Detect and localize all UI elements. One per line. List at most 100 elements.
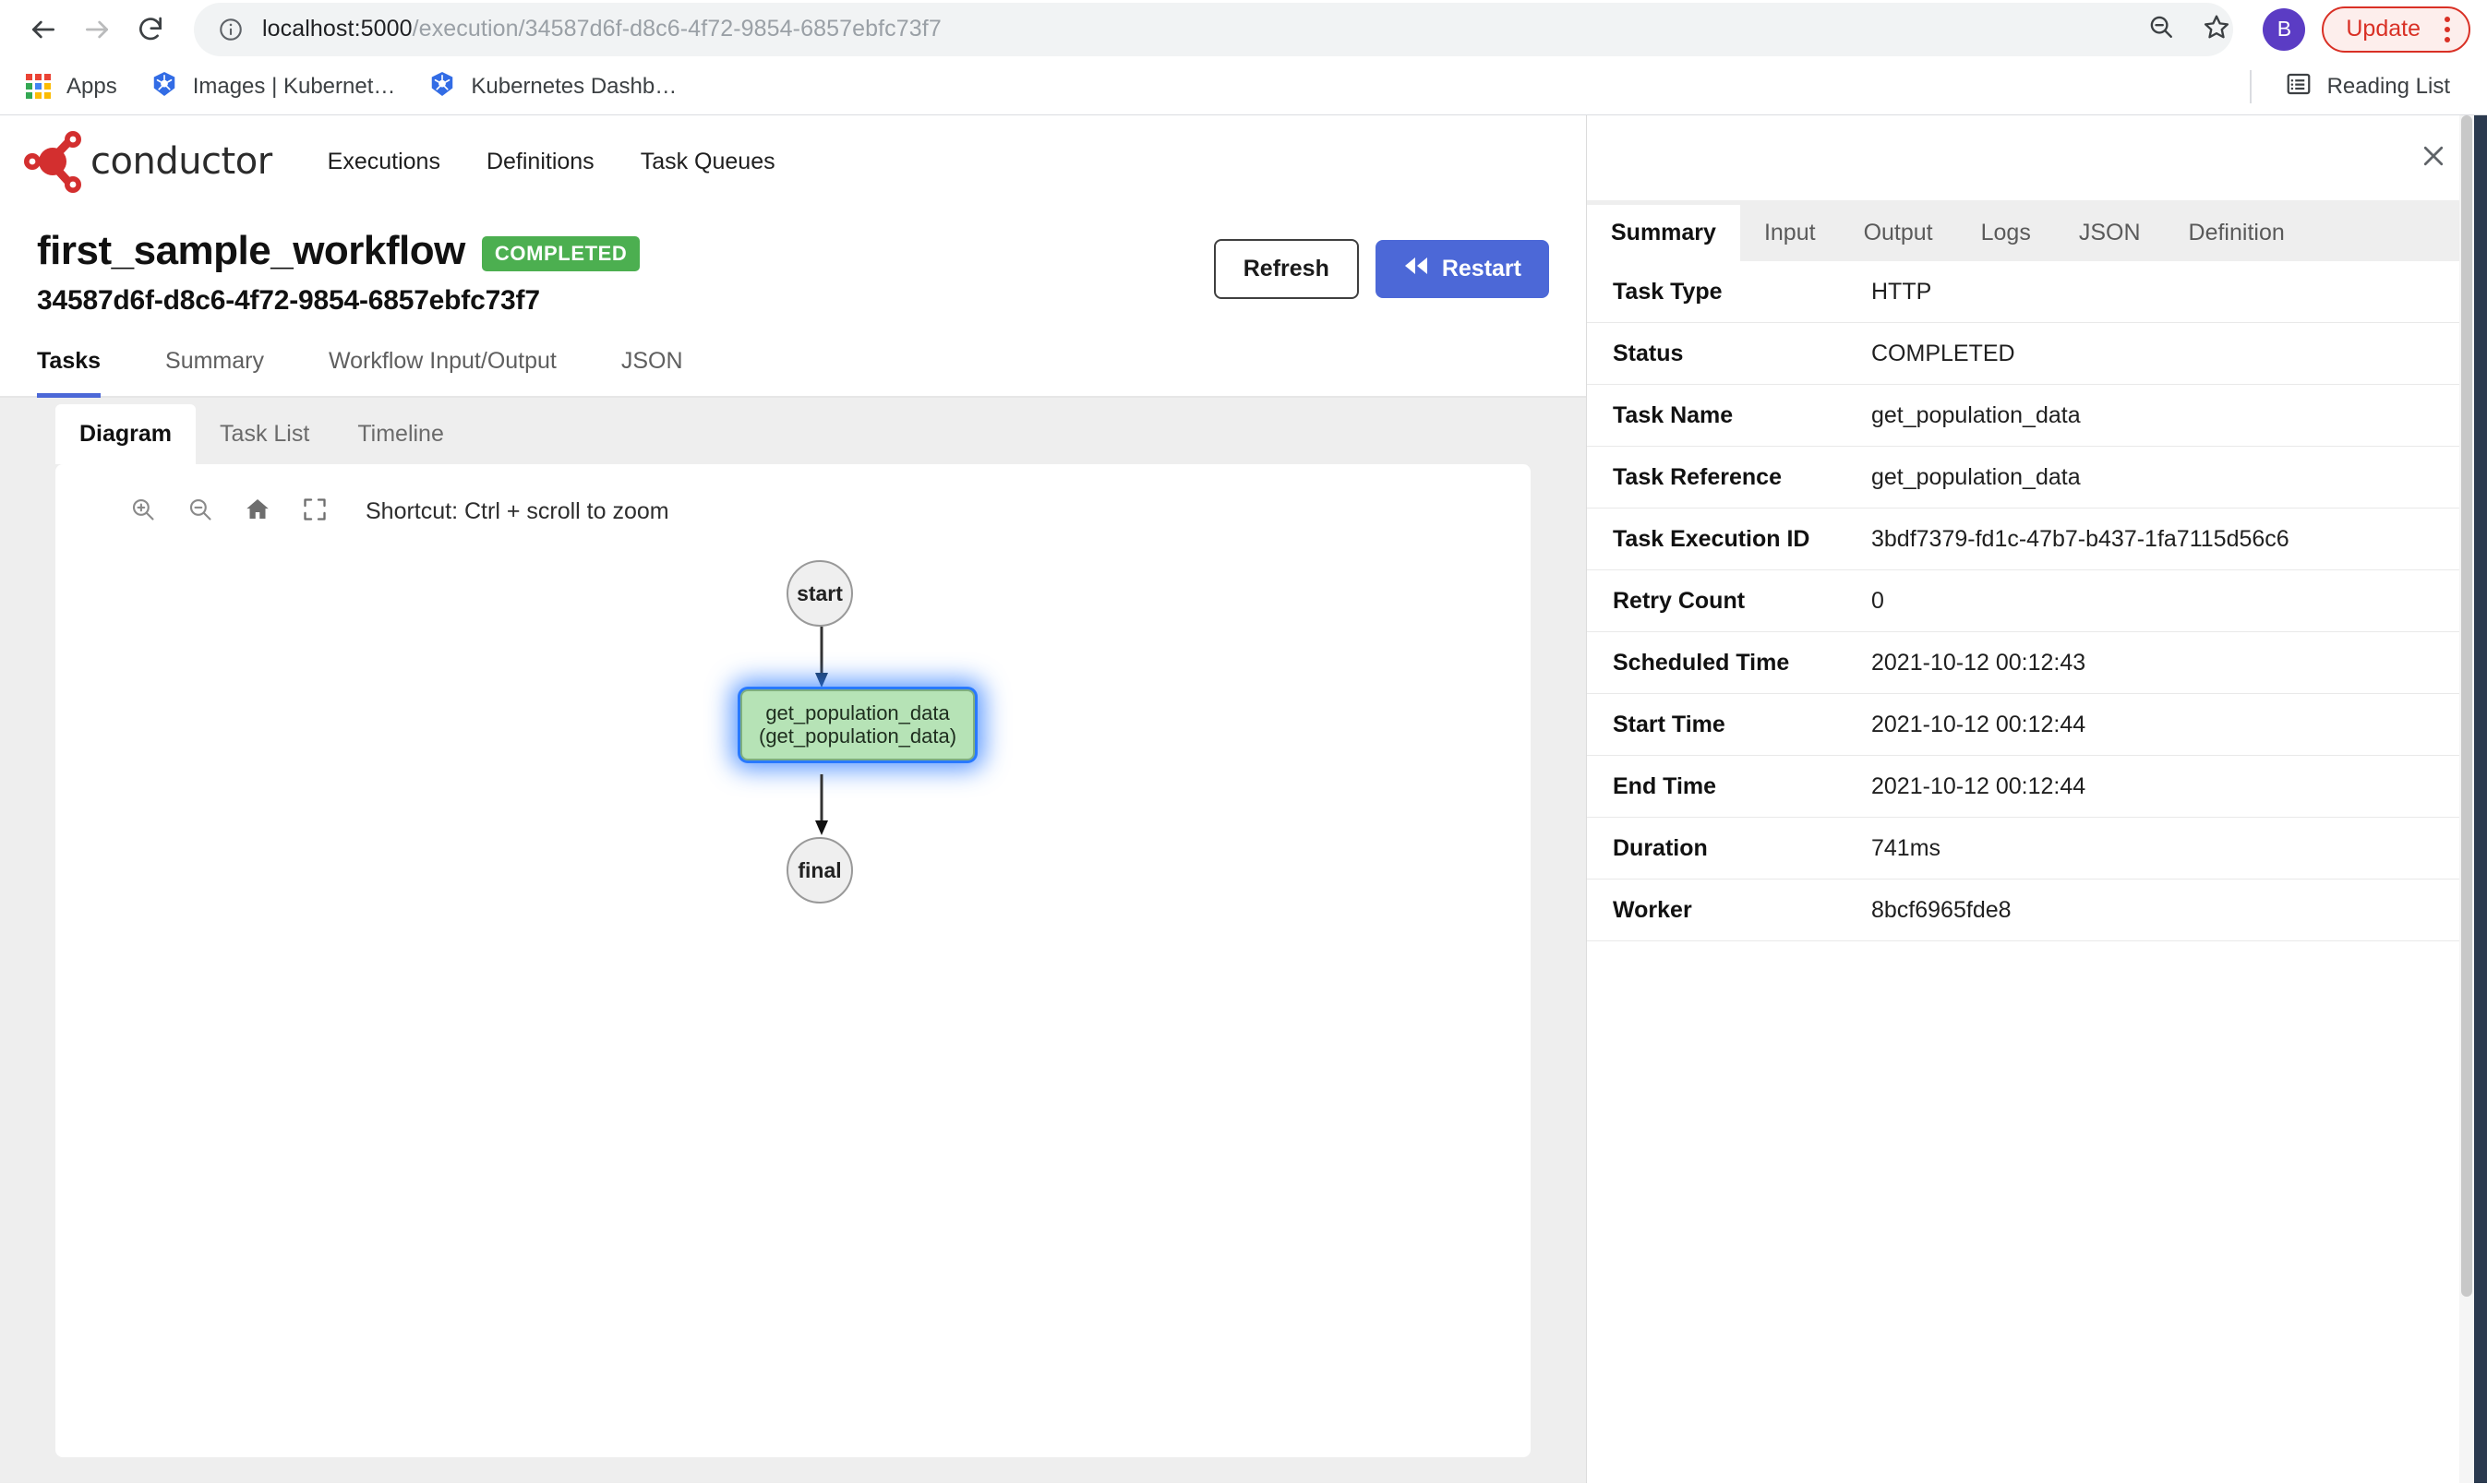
table-row: Task Reference get_population_data xyxy=(1587,447,2487,509)
reading-list-label: Reading List xyxy=(2326,73,2450,99)
close-icon xyxy=(2420,142,2447,174)
drawer-tab-json[interactable]: JSON xyxy=(2055,205,2165,261)
workflow-tabs: Tasks Summary Workflow Input/Output JSON xyxy=(0,335,1586,398)
close-drawer-button[interactable] xyxy=(2409,134,2457,182)
background-window-edge xyxy=(2474,115,2487,1483)
bookmark-label: Images | Kubernet… xyxy=(192,73,396,99)
kubernetes-icon xyxy=(428,70,456,102)
restart-button[interactable]: Restart xyxy=(1375,240,1549,298)
diagram-canvas[interactable]: Shortcut: Ctrl + scroll to zoom start ge… xyxy=(55,464,1531,1457)
row-value: 2021-10-12 00:12:43 xyxy=(1871,649,2086,676)
row-value: 3bdf7379-fd1c-47b7-b437-1fa7115d56c6 xyxy=(1871,525,2289,552)
app-header: conductor Executions Definitions Task Qu… xyxy=(0,115,1586,208)
row-value: 0 xyxy=(1871,587,1884,614)
table-row: End Time 2021-10-12 00:12:44 xyxy=(1587,756,2487,818)
sub-tab-timeline[interactable]: Timeline xyxy=(333,404,468,464)
bookmark-label: Kubernetes Dashb… xyxy=(471,73,678,99)
row-value: 741ms xyxy=(1871,834,1941,861)
row-key: Scheduled Time xyxy=(1613,649,1790,676)
tab-workflow-input-output[interactable]: Workflow Input/Output xyxy=(329,335,557,398)
bookmark-button[interactable] xyxy=(2191,4,2242,55)
table-row: Scheduled Time 2021-10-12 00:12:43 xyxy=(1587,632,2487,694)
row-key: Worker xyxy=(1613,896,1692,923)
zoom-out-button[interactable] xyxy=(172,488,229,534)
drawer-tabs: Summary Input Output Logs JSON Definitio… xyxy=(1587,200,2487,261)
row-key: Task Name xyxy=(1613,401,1734,428)
reset-view-button[interactable] xyxy=(229,488,286,534)
restart-label: Restart xyxy=(1441,256,1521,281)
bookmark-images-kubernetes[interactable]: Images | Kubernet… xyxy=(138,65,409,109)
drawer-tab-summary[interactable]: Summary xyxy=(1587,205,1740,261)
bookmark-apps[interactable]: Apps xyxy=(13,65,130,109)
diagram-toolbar: Shortcut: Ctrl + scroll to zoom xyxy=(55,464,1531,534)
row-value: 8bcf6965fde8 xyxy=(1871,896,2012,923)
drawer-tab-output[interactable]: Output xyxy=(1840,205,1957,261)
graph-node-start[interactable]: start xyxy=(787,560,853,627)
nav-item-executions[interactable]: Executions xyxy=(328,149,440,175)
profile-avatar[interactable]: B xyxy=(2263,7,2306,51)
drawer-tab-definition[interactable]: Definition xyxy=(2165,205,2309,261)
nav-item-task-queues[interactable]: Task Queues xyxy=(641,149,775,175)
bookmark-kubernetes-dashboard[interactable]: Kubernetes Dashb… xyxy=(415,65,690,109)
tab-json[interactable]: JSON xyxy=(621,335,683,398)
table-row: Task Execution ID 3bdf7379-fd1c-47b7-b43… xyxy=(1587,509,2487,570)
row-value: get_population_data xyxy=(1871,401,2081,428)
row-key: Retry Count xyxy=(1613,587,1746,614)
page-scrollbar[interactable] xyxy=(2459,115,2474,1483)
graph-node-final[interactable]: final xyxy=(787,837,853,904)
conductor-app: conductor Executions Definitions Task Qu… xyxy=(0,115,2487,1483)
kebab-menu-icon[interactable] xyxy=(2435,16,2459,42)
zoom-out-icon xyxy=(186,496,214,528)
graph-node-get-population-data[interactable]: get_population_data (get_population_data… xyxy=(740,689,976,761)
address-bar[interactable]: localhost:5000/execution/34587d6f-d8c6-4… xyxy=(194,2,2234,56)
workflow-graph: start get_population_data (get_populatio… xyxy=(55,544,1531,904)
row-value: get_population_data xyxy=(1871,463,2081,490)
status-badge: COMPLETED xyxy=(481,236,641,271)
row-key: Duration xyxy=(1613,834,1708,861)
reload-button[interactable] xyxy=(124,3,177,56)
refresh-button[interactable]: Refresh xyxy=(1213,239,1359,299)
workflow-title-row: first_sample_workflow COMPLETED xyxy=(37,228,1214,274)
forward-arrow-icon xyxy=(82,15,112,44)
back-button[interactable] xyxy=(17,3,70,56)
sub-tab-diagram[interactable]: Diagram xyxy=(55,404,197,464)
tab-summary[interactable]: Summary xyxy=(165,335,264,398)
row-value: 2021-10-12 00:12:44 xyxy=(1871,772,2086,799)
drawer-header xyxy=(1587,115,2487,200)
conductor-logo[interactable]: conductor xyxy=(22,127,272,196)
row-key: End Time xyxy=(1613,772,1717,799)
graph-edge-task-to-final xyxy=(815,774,828,835)
task-summary-table: Task Type HTTP Status COMPLETED Task Nam… xyxy=(1587,261,2487,1483)
zoom-in-icon xyxy=(129,496,157,528)
tab-tasks[interactable]: Tasks xyxy=(37,335,102,398)
primary-nav: Executions Definitions Task Queues xyxy=(328,149,775,175)
table-row: Retry Count 0 xyxy=(1587,570,2487,632)
update-button[interactable]: Update xyxy=(2322,6,2470,53)
row-key: Task Execution ID xyxy=(1613,525,1810,552)
nav-item-definitions[interactable]: Definitions xyxy=(487,149,595,175)
workflow-header-text: first_sample_workflow COMPLETED 34587d6f… xyxy=(37,228,1214,317)
row-value: COMPLETED xyxy=(1871,340,2015,366)
forward-button[interactable] xyxy=(70,3,124,56)
scrollbar-thumb[interactable] xyxy=(2461,115,2472,1297)
url-path: /execution/34587d6f-d8c6-4f72-9854-6857e… xyxy=(412,16,942,42)
site-info-icon[interactable] xyxy=(218,17,244,42)
conductor-wordmark: conductor xyxy=(90,140,272,183)
drawer-tab-input[interactable]: Input xyxy=(1740,205,1840,261)
zoom-out-button[interactable] xyxy=(2135,4,2187,55)
reload-icon xyxy=(136,15,165,44)
table-row: Start Time 2021-10-12 00:12:44 xyxy=(1587,694,2487,756)
graph-node-task-name: get_population_data xyxy=(765,701,950,724)
task-detail-drawer: Summary Input Output Logs JSON Definitio… xyxy=(1586,115,2487,1483)
reading-list-button[interactable]: Reading List xyxy=(2272,65,2463,109)
fullscreen-button[interactable] xyxy=(286,488,343,534)
graph-edge-start-to-task xyxy=(815,627,828,688)
sub-tab-task-list[interactable]: Task List xyxy=(196,404,333,464)
zoom-out-icon xyxy=(2147,13,2175,45)
row-key: Task Type xyxy=(1613,278,1723,305)
tasks-panel: Diagram Task List Timeline Shortcut: Ctr… xyxy=(0,398,1586,1483)
kubernetes-icon xyxy=(150,70,178,102)
drawer-tab-logs[interactable]: Logs xyxy=(1957,205,2055,261)
zoom-in-button[interactable] xyxy=(114,488,172,534)
conductor-logo-icon xyxy=(22,127,92,196)
